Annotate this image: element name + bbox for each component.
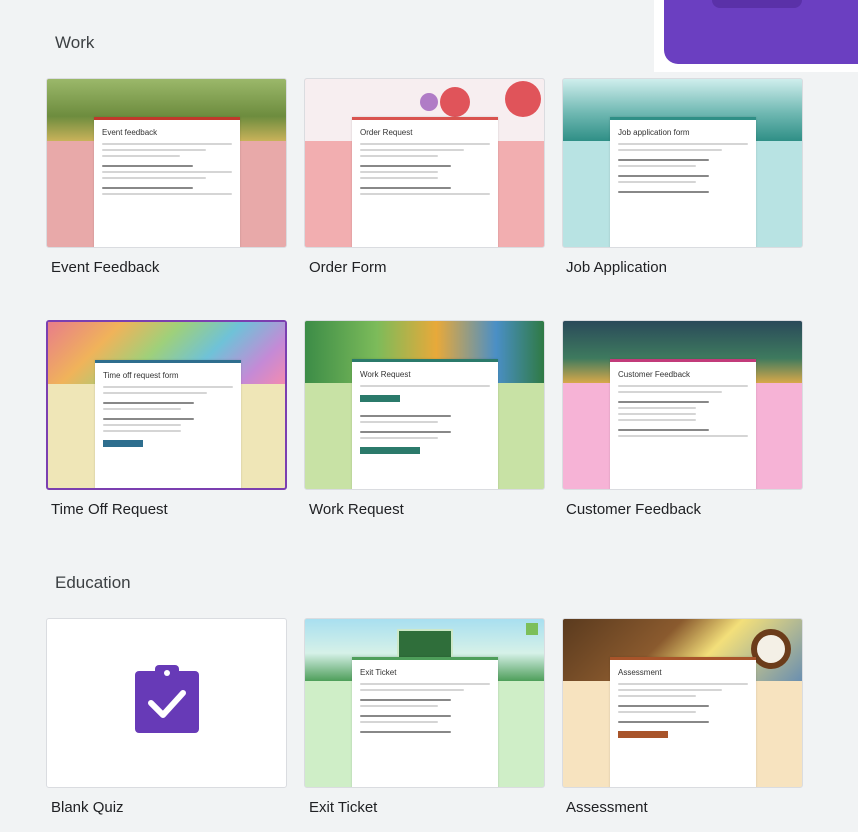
time-off-preview: Time off request form bbox=[95, 360, 241, 488]
exit-ticket-preview-title: Exit Ticket bbox=[360, 668, 397, 677]
template-label-blank-quiz[interactable]: Blank Quiz bbox=[51, 799, 124, 816]
template-card-event-feedback[interactable]: Event feedback bbox=[46, 78, 287, 248]
template-label-customer-feedback[interactable]: Customer Feedback bbox=[566, 501, 701, 518]
event-feedback-preview-title: Event feedback bbox=[102, 128, 158, 137]
template-label-time-off[interactable]: Time Off Request bbox=[51, 501, 168, 518]
flower-icon bbox=[420, 93, 438, 111]
section-title-work: Work bbox=[55, 33, 95, 52]
flower-icon bbox=[505, 81, 541, 117]
time-off-preview-title: Time off request form bbox=[103, 371, 179, 380]
clipboard-check-icon bbox=[135, 665, 199, 733]
template-card-exit-ticket[interactable]: Exit Ticket bbox=[304, 618, 545, 788]
template-card-customer-feedback[interactable]: Customer Feedback bbox=[562, 320, 803, 490]
order-form-preview: Order Request bbox=[352, 117, 498, 247]
order-form-preview-title: Order Request bbox=[360, 128, 413, 137]
assessment-preview-title: Assessment bbox=[618, 668, 662, 677]
template-card-order-form[interactable]: Order Request bbox=[304, 78, 545, 248]
coffee-cup-icon bbox=[751, 629, 791, 669]
template-card-time-off[interactable]: Time off request form bbox=[46, 320, 287, 490]
header-action-button[interactable] bbox=[664, 0, 858, 64]
header-action-pill bbox=[712, 0, 802, 8]
corner-tag-icon bbox=[526, 623, 538, 635]
template-card-assessment[interactable]: Assessment bbox=[562, 618, 803, 788]
template-card-work-request[interactable]: Work Request bbox=[304, 320, 545, 490]
template-label-event-feedback[interactable]: Event Feedback bbox=[51, 259, 159, 276]
template-label-job-application[interactable]: Job Application bbox=[566, 259, 667, 276]
template-label-work-request[interactable]: Work Request bbox=[309, 501, 404, 518]
section-title-education: Education bbox=[55, 573, 131, 592]
work-request-preview-title: Work Request bbox=[360, 370, 411, 379]
event-feedback-preview: Event feedback bbox=[94, 117, 240, 247]
customer-feedback-preview: Customer Feedback bbox=[610, 359, 756, 489]
template-card-job-application[interactable]: Job application form bbox=[562, 78, 803, 248]
job-application-preview-title: Job application form bbox=[618, 128, 690, 137]
customer-feedback-preview-title: Customer Feedback bbox=[618, 370, 691, 379]
assessment-preview: Assessment bbox=[610, 657, 756, 787]
exit-ticket-preview: Exit Ticket bbox=[352, 657, 498, 787]
template-label-exit-ticket[interactable]: Exit Ticket bbox=[309, 799, 377, 816]
template-label-assessment[interactable]: Assessment bbox=[566, 799, 648, 816]
work-request-preview: Work Request bbox=[352, 359, 498, 489]
template-label-order-form[interactable]: Order Form bbox=[309, 259, 387, 276]
flower-icon bbox=[440, 87, 470, 117]
job-application-preview: Job application form bbox=[610, 117, 756, 247]
template-card-blank-quiz[interactable] bbox=[46, 618, 287, 788]
